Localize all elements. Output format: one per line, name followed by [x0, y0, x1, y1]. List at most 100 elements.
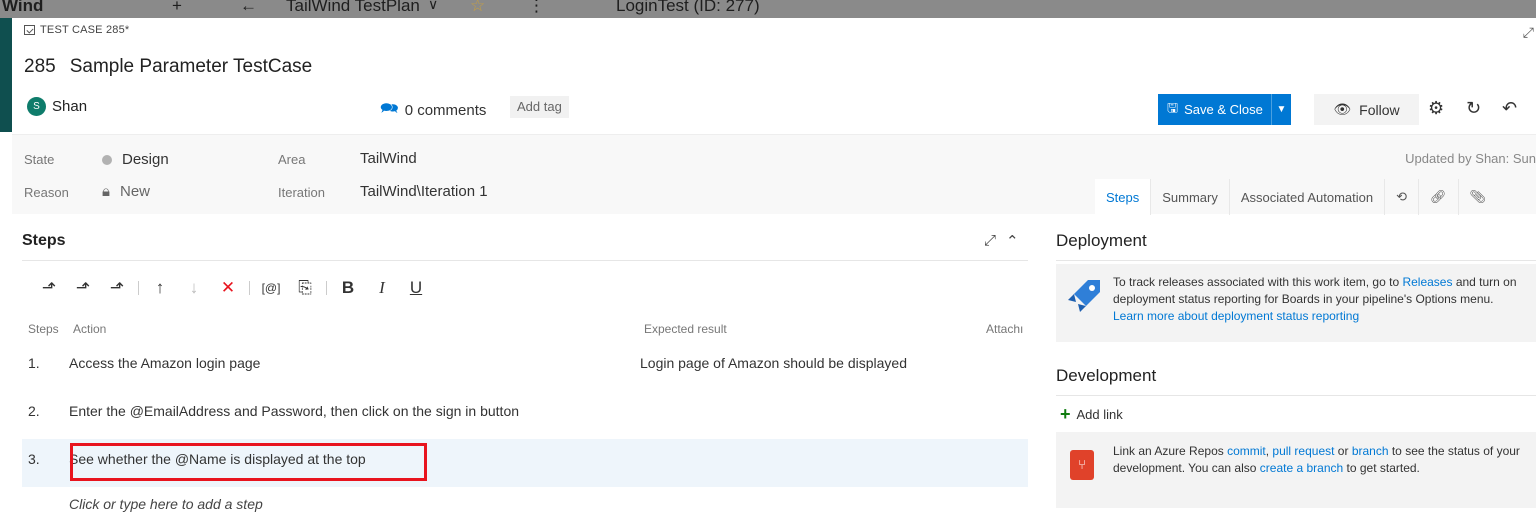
save-dropdown-icon[interactable]: ▼	[1272, 104, 1291, 115]
move-up-icon[interactable]: ↑	[143, 278, 177, 298]
lock-icon: 🔒︎	[102, 183, 110, 200]
development-info: ⑂ Link an Azure Repos commit, pull reque…	[1056, 432, 1536, 508]
insert-shared-step-icon[interactable]: ⬏	[66, 278, 100, 298]
pull-request-link[interactable]: pull request	[1272, 444, 1334, 458]
steps-section-controls: ⤢ ⌃	[984, 232, 1019, 250]
step-row-selected[interactable]: 3. See whether the @Name is displayed at…	[22, 439, 1028, 487]
undo-icon[interactable]: ↶	[1502, 98, 1517, 119]
tab-steps[interactable]: Steps	[1095, 179, 1152, 215]
reason-field: 🔒︎ New	[102, 183, 150, 200]
tab-bar: Steps Summary Associated Automation ⟲ 🔗︎…	[1095, 179, 1497, 215]
repo-icon: ⑂	[1070, 450, 1094, 480]
link-icon: 🔗︎	[1430, 189, 1447, 204]
tab-associated-automation[interactable]: Associated Automation	[1230, 179, 1386, 215]
save-close-label: Save & Close	[1184, 102, 1263, 117]
steps-toolbar: ⬏ ⬏ ⬏ ↑ ↓ ✕ [@] ⎘ B I U	[32, 276, 433, 300]
tab-history[interactable]: ⟲	[1385, 179, 1420, 215]
column-header-attachments: Attachı	[986, 322, 1024, 336]
attachment-icon: 📎︎	[1469, 189, 1487, 204]
tab-attachments[interactable]: 📎︎	[1459, 179, 1498, 215]
move-down-icon[interactable]: ↓	[177, 278, 211, 298]
work-item-type-label: TEST CASE 285*	[40, 24, 130, 36]
background-add-icon: +	[172, 0, 182, 15]
background-star-icon: ☆	[470, 0, 486, 15]
deployment-title: Deployment	[1056, 231, 1147, 250]
deployment-text-part: To track releases associated with this w…	[1113, 275, 1403, 289]
add-step-placeholder[interactable]: Click or type here to add a step	[69, 496, 263, 512]
step-row[interactable]: 2. Enter the @EmailAddress and Password,…	[22, 391, 1028, 431]
refresh-icon[interactable]: ↻	[1466, 98, 1481, 119]
work-item-title-text[interactable]: Sample Parameter TestCase	[70, 56, 313, 78]
add-link-button[interactable]: + Add link	[1060, 404, 1123, 425]
italic-icon[interactable]: I	[365, 278, 399, 298]
save-close-button[interactable]: 🖫 Save & Close ▼	[1158, 94, 1291, 125]
background-back-icon: ←	[240, 0, 257, 15]
background-suite-name: LoginTest (ID: 277)	[616, 0, 760, 15]
follow-button[interactable]: 👁 Follow	[1314, 94, 1419, 125]
tab-summary[interactable]: Summary	[1151, 179, 1230, 215]
underline-icon[interactable]: U	[399, 278, 433, 298]
branch-link[interactable]: branch	[1352, 444, 1389, 458]
toolbar-separator	[138, 281, 139, 295]
assignee-name: Shan	[52, 98, 88, 115]
column-header-action: Action	[73, 322, 107, 336]
area-value[interactable]: TailWind	[360, 150, 417, 167]
create-branch-link[interactable]: create a branch	[1260, 461, 1343, 475]
reason-label: Reason	[24, 185, 69, 200]
add-tag-button[interactable]: Add tag	[510, 96, 569, 118]
bold-icon[interactable]: B	[331, 278, 365, 298]
commit-link[interactable]: commit	[1227, 444, 1266, 458]
test-case-icon	[24, 25, 35, 35]
learn-more-link[interactable]: Learn more about deployment status repor…	[1113, 309, 1359, 323]
insert-step-icon[interactable]: ⬏	[32, 278, 66, 298]
fields-panel: State Design Reason 🔒︎ New Area TailWind…	[12, 134, 1536, 215]
work-item-title[interactable]: 285 Sample Parameter TestCase	[24, 56, 312, 78]
avatar: S	[27, 97, 46, 116]
plus-icon: +	[1060, 404, 1071, 424]
development-text-part: Link an Azure Repos	[1113, 444, 1228, 458]
create-shared-step-icon[interactable]: ⬏	[100, 278, 134, 298]
area-label: Area	[278, 152, 306, 167]
add-link-label: Add link	[1076, 407, 1123, 422]
state-label: State	[24, 152, 55, 167]
comments-label: 0 comments	[404, 102, 487, 119]
collapse-chevron-icon[interactable]: ⌃	[1006, 232, 1019, 250]
releases-link[interactable]: Releases	[1402, 275, 1452, 289]
state-dot-icon	[102, 154, 112, 165]
reason-value: New	[119, 183, 150, 200]
background-app-name: Wind	[2, 0, 44, 15]
column-header-expected: Expected result	[644, 322, 727, 336]
state-field[interactable]: Design	[102, 151, 169, 168]
insert-parameter-icon[interactable]: [@]	[254, 281, 288, 295]
assignee[interactable]: S Shan	[27, 97, 87, 116]
history-icon: ⟲	[1396, 189, 1408, 204]
step-action[interactable]: Access the Amazon login page	[69, 355, 260, 371]
divider	[1056, 395, 1536, 396]
iteration-value[interactable]: TailWind\Iteration 1	[360, 183, 488, 200]
column-header-steps: Steps	[28, 322, 59, 336]
divider	[22, 260, 1028, 261]
background-plan-name: TailWind TestPlan	[286, 0, 420, 15]
step-expected[interactable]: Login page of Amazon should be displayed	[640, 355, 907, 371]
deployment-text: To track releases associated with this w…	[1113, 274, 1523, 325]
state-value: Design	[122, 151, 169, 168]
background-chevron-icon: ∨	[428, 0, 439, 12]
delete-step-icon[interactable]: ✕	[211, 278, 245, 298]
toolbar-separator	[249, 281, 250, 295]
work-item-id: 285	[24, 56, 56, 77]
development-title: Development	[1056, 366, 1157, 385]
background-left-strip	[0, 18, 12, 132]
expand-icon[interactable]: ⤢	[984, 232, 996, 250]
attach-icon[interactable]: ⎘	[288, 278, 322, 298]
step-row[interactable]: 1. Access the Amazon login page Login pa…	[22, 343, 1028, 383]
step-action[interactable]: Enter the @EmailAddress and Password, th…	[69, 403, 519, 419]
development-text-part: to get started.	[1343, 461, 1420, 475]
highlight-box	[70, 443, 427, 481]
tab-links[interactable]: 🔗︎	[1419, 179, 1459, 215]
development-text-part: or	[1334, 444, 1352, 458]
comments-link[interactable]: 🗪 0 comments	[380, 98, 486, 123]
background-more-icon: ⋮	[528, 0, 545, 15]
maximize-icon[interactable]: ⤢	[1523, 24, 1534, 41]
background-app-bar: Wind + ← TailWind TestPlan ∨ ☆ ⋮ LoginTe…	[0, 0, 1536, 18]
settings-gear-icon[interactable]: ⚙	[1428, 98, 1444, 119]
